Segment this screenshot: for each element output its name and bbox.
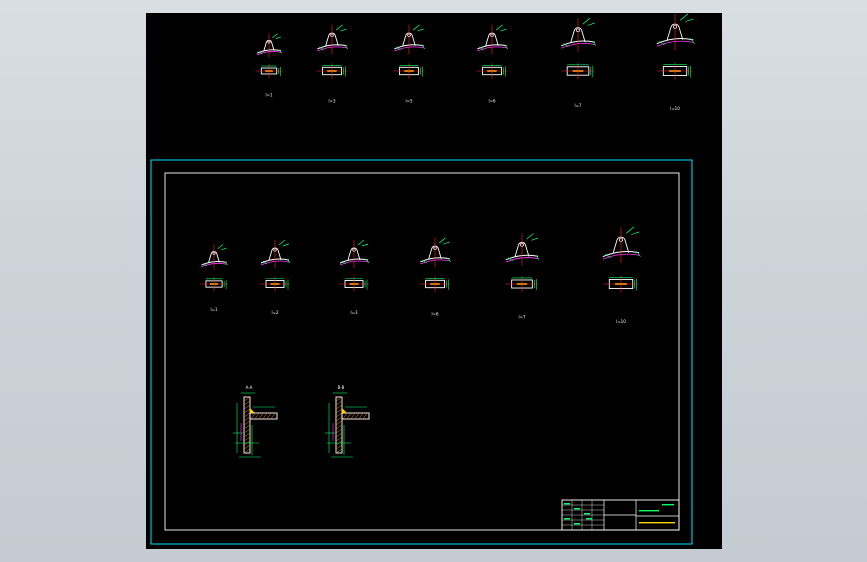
lug-label: l=7: [518, 315, 525, 320]
cad-drawing: l=1 l=3 l=5 l=6 l=7 l=10 l=1 l=2 l=3 l=6 l=7 l=10 A-…: [150, 13, 695, 545]
lug-label: l=5: [405, 99, 412, 104]
section-label: B-B: [338, 385, 345, 390]
sheet-lug-detail: l=1: [199, 244, 229, 312]
title-block: [561, 499, 680, 531]
lug-label: l=6: [431, 312, 438, 317]
lug-label: l=10: [670, 106, 680, 111]
section-b-b: B-B: [325, 385, 370, 458]
sheet-inner-border: [164, 172, 680, 531]
lug-label: l=6: [488, 99, 495, 104]
top-lug-detail: l=10: [656, 13, 695, 111]
top-lug-detail: l=7: [561, 17, 597, 108]
lug-label: l=3: [350, 310, 357, 315]
top-lug-detail: l=3: [316, 24, 349, 104]
section-label: A-A: [246, 385, 253, 390]
lug-label: l=10: [616, 319, 626, 324]
lug-label: l=1: [210, 307, 217, 312]
sheet-lug-detail: l=3: [339, 239, 370, 315]
sheet-lug-detail: l=10: [602, 226, 641, 324]
section-a-a: A-A: [233, 385, 278, 458]
sheet-lug-detail: l=7: [505, 233, 540, 320]
top-lug-detail: l=6: [476, 24, 509, 104]
lug-label: l=2: [271, 310, 278, 315]
sheet-lug-detail: l=2: [260, 239, 291, 315]
sheet-outer-border: [150, 159, 693, 545]
top-lug-detail: l=1: [255, 33, 283, 98]
cad-viewport[interactable]: l=1 l=3 l=5 l=6 l=7 l=10 l=1 l=2 l=3 l=6 l=7 l=10 A-…: [146, 13, 722, 549]
lug-label: l=7: [574, 103, 581, 108]
sheet-lug-detail: l=6: [419, 237, 452, 317]
lug-label: l=3: [328, 99, 335, 104]
lug-label: l=1: [265, 93, 272, 98]
top-lug-detail: l=5: [393, 24, 426, 104]
